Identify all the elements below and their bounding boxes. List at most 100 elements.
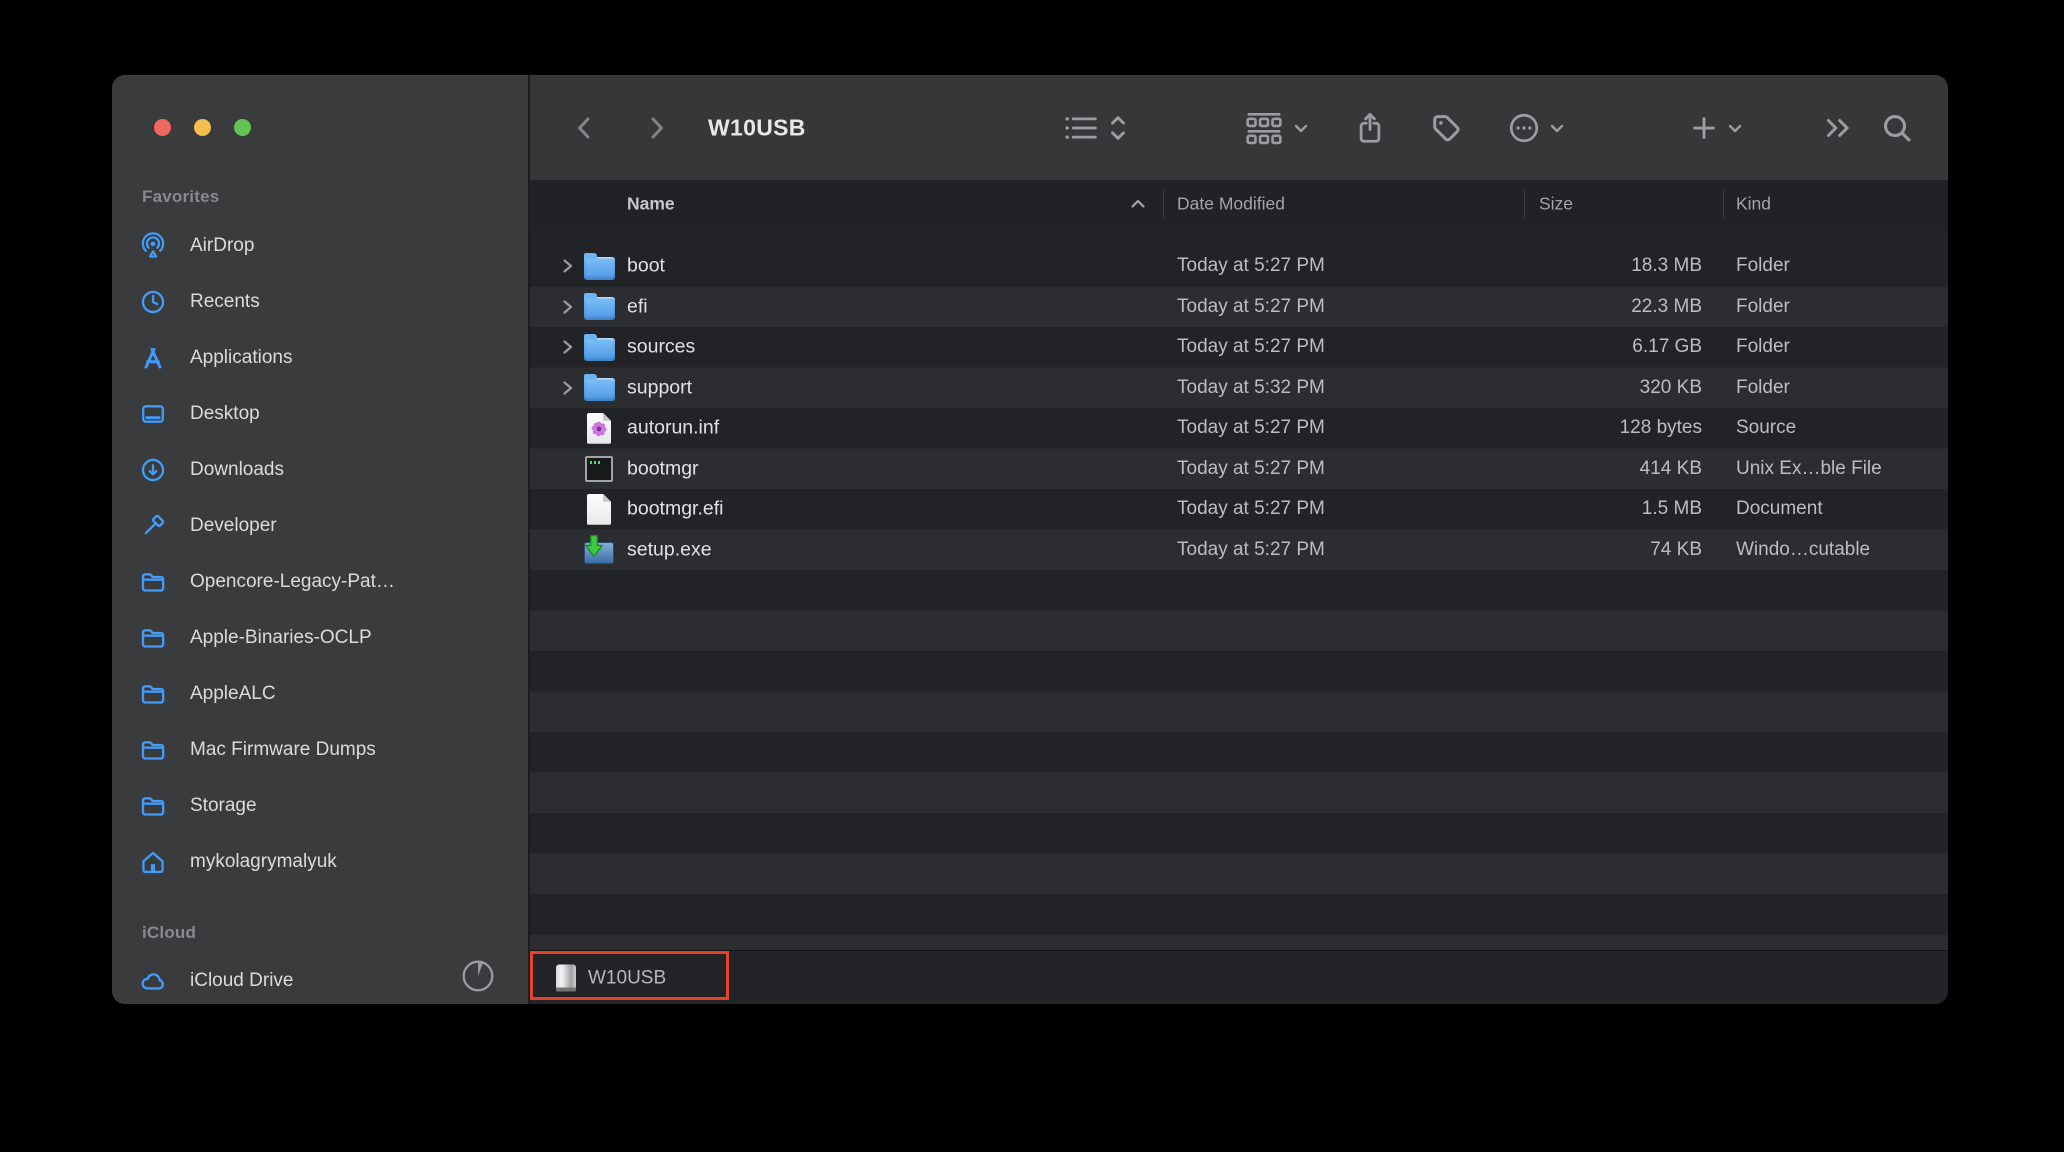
file-date: Today at 5:27 PM xyxy=(1177,538,1325,560)
back-button[interactable] xyxy=(572,110,596,146)
sidebar-item-icloud-drive[interactable]: iCloud Drive xyxy=(130,960,518,1001)
toolbar: W10USB xyxy=(530,75,1948,181)
sidebar-item-home[interactable]: mykolagrymalyuk xyxy=(130,842,518,882)
column-header-kind[interactable]: Kind xyxy=(1736,194,1771,215)
tag-button[interactable] xyxy=(1428,110,1464,146)
column-divider[interactable] xyxy=(1524,189,1525,219)
folder-icon xyxy=(582,371,616,405)
up-down-chevrons-icon xyxy=(1108,111,1128,145)
share-button[interactable] xyxy=(1353,110,1387,146)
list-header: Name Date Modified Size Kind xyxy=(530,180,1948,230)
content-pane: W10USB Name Date Modified Size Kind boot… xyxy=(530,75,1948,1004)
file-row-autorun-inf[interactable]: autorun.inf Today at 5:27 PM 128 bytes S… xyxy=(530,408,1948,449)
sidebar-item-downloads[interactable]: Downloads xyxy=(130,450,518,490)
sidebar-item-label: Applications xyxy=(190,347,293,368)
download-circle-icon xyxy=(130,456,176,484)
file-name: setup.exe xyxy=(627,538,712,561)
installer-icon xyxy=(582,533,616,567)
file-kind: Folder xyxy=(1736,295,1790,317)
desktop-icon xyxy=(130,400,176,428)
file-date: Today at 5:27 PM xyxy=(1177,336,1325,358)
search-button[interactable] xyxy=(1880,111,1914,145)
file-row-support[interactable]: support Today at 5:32 PM 320 KB Folder xyxy=(530,368,1948,409)
file-name: support xyxy=(627,376,693,399)
disclosure-chevron-icon[interactable] xyxy=(561,379,574,397)
disclosure-chevron-icon[interactable] xyxy=(561,298,574,316)
file-date: Today at 5:27 PM xyxy=(1177,295,1325,317)
chevron-right-icon xyxy=(645,110,669,146)
disclosure-chevron-icon[interactable] xyxy=(561,338,574,356)
appstore-icon xyxy=(130,344,176,372)
sidebar-item-airdrop[interactable]: AirDrop xyxy=(130,226,518,266)
folder-icon xyxy=(582,249,616,283)
sidebar-item-apple-binaries-oclp[interactable]: Apple-Binaries-OCLP xyxy=(130,618,518,658)
file-row-efi[interactable]: efi Today at 5:27 PM 22.3 MB Folder xyxy=(530,287,1948,328)
column-divider[interactable] xyxy=(1723,189,1724,219)
toolbar-overflow-button[interactable] xyxy=(1822,113,1856,143)
plus-icon xyxy=(1689,113,1719,143)
column-header-size[interactable]: Size xyxy=(1539,194,1573,215)
sidebar-item-recents[interactable]: Recents xyxy=(130,282,518,322)
file-kind: Folder xyxy=(1736,336,1790,358)
file-size: 1.5 MB xyxy=(1641,498,1702,520)
group-by-button[interactable] xyxy=(1243,111,1310,145)
window-title: W10USB xyxy=(708,114,806,141)
sidebar-item-desktop[interactable]: Desktop xyxy=(130,394,518,434)
view-options-button[interactable] xyxy=(1061,111,1128,145)
folder-icon xyxy=(130,624,176,652)
new-item-button[interactable] xyxy=(1689,113,1744,143)
sidebar-item-label: Storage xyxy=(190,795,257,816)
file-row-boot[interactable]: boot Today at 5:27 PM 18.3 MB Folder xyxy=(530,246,1948,287)
folder-icon xyxy=(130,680,176,708)
hammer-icon xyxy=(130,512,176,540)
double-chevron-right-icon xyxy=(1822,113,1856,143)
sidebar-section-header-favorites: Favorites xyxy=(142,187,220,206)
clock-icon xyxy=(130,288,176,316)
close-button[interactable] xyxy=(154,119,171,136)
file-list: boot Today at 5:27 PM 18.3 MB Folder efi… xyxy=(530,228,1948,950)
file-row-setup-exe[interactable]: setup.exe Today at 5:27 PM 74 KB Windo…c… xyxy=(530,530,1948,571)
file-name: sources xyxy=(627,335,696,358)
sidebar-item-storage[interactable]: Storage xyxy=(130,786,518,826)
sidebar-item-label: Developer xyxy=(190,515,277,536)
file-row-bootmgr[interactable]: bootmgr Today at 5:27 PM 414 KB Unix Ex…… xyxy=(530,449,1948,490)
file-row-sources[interactable]: sources Today at 5:27 PM 6.17 GB Folder xyxy=(530,327,1948,368)
sidebar-item-developer[interactable]: Developer xyxy=(130,506,518,546)
chevron-down-icon xyxy=(1292,119,1310,137)
sidebar-item-label: AirDrop xyxy=(190,235,255,256)
file-row-bootmgr-efi[interactable]: bootmgr.efi Today at 5:27 PM 1.5 MB Docu… xyxy=(530,489,1948,530)
disclosure-chevron-icon[interactable] xyxy=(561,257,574,275)
sidebar-item-label: Opencore-Legacy-Pat… xyxy=(190,571,395,592)
desktop-background: Favorites AirDrop Recents Applications D… xyxy=(0,0,2064,1152)
file-date: Today at 5:27 PM xyxy=(1177,417,1325,439)
column-divider[interactable] xyxy=(1163,189,1164,219)
sidebar-item-label: Recents xyxy=(190,291,260,312)
executable-file-icon xyxy=(582,452,616,486)
file-size: 414 KB xyxy=(1639,457,1702,479)
column-header-date-modified[interactable]: Date Modified xyxy=(1177,194,1285,215)
share-icon xyxy=(1353,110,1387,146)
file-kind: Folder xyxy=(1736,255,1790,277)
zoom-button[interactable] xyxy=(234,119,251,136)
airdrop-icon xyxy=(130,232,176,260)
column-header-name[interactable]: Name xyxy=(627,194,675,215)
sidebar-item-applealc[interactable]: AppleALC xyxy=(130,674,518,714)
sidebar-item-mac-firmware-dumps[interactable]: Mac Firmware Dumps xyxy=(130,730,518,770)
file-name: bootmgr.efi xyxy=(627,497,724,520)
sidebar-item-label: Apple-Binaries-OCLP xyxy=(190,627,372,648)
home-icon xyxy=(130,848,176,876)
folder-icon xyxy=(582,330,616,364)
folder-icon xyxy=(130,792,176,820)
list-view-icon xyxy=(1061,111,1101,145)
sidebar-item-applications[interactable]: Applications xyxy=(130,338,518,378)
file-kind: Unix Ex…ble File xyxy=(1736,457,1882,479)
more-actions-button[interactable] xyxy=(1507,111,1566,145)
sidebar: Favorites AirDrop Recents Applications D… xyxy=(112,75,530,1004)
file-date: Today at 5:32 PM xyxy=(1177,376,1325,398)
sidebar-item-opencore-legacy-patcher[interactable]: Opencore-Legacy-Pat… xyxy=(130,562,518,602)
file-kind: Document xyxy=(1736,498,1823,520)
chevron-down-icon xyxy=(1548,119,1566,137)
file-name: efi xyxy=(627,295,648,318)
minimize-button[interactable] xyxy=(194,119,211,136)
forward-button[interactable] xyxy=(645,110,669,146)
